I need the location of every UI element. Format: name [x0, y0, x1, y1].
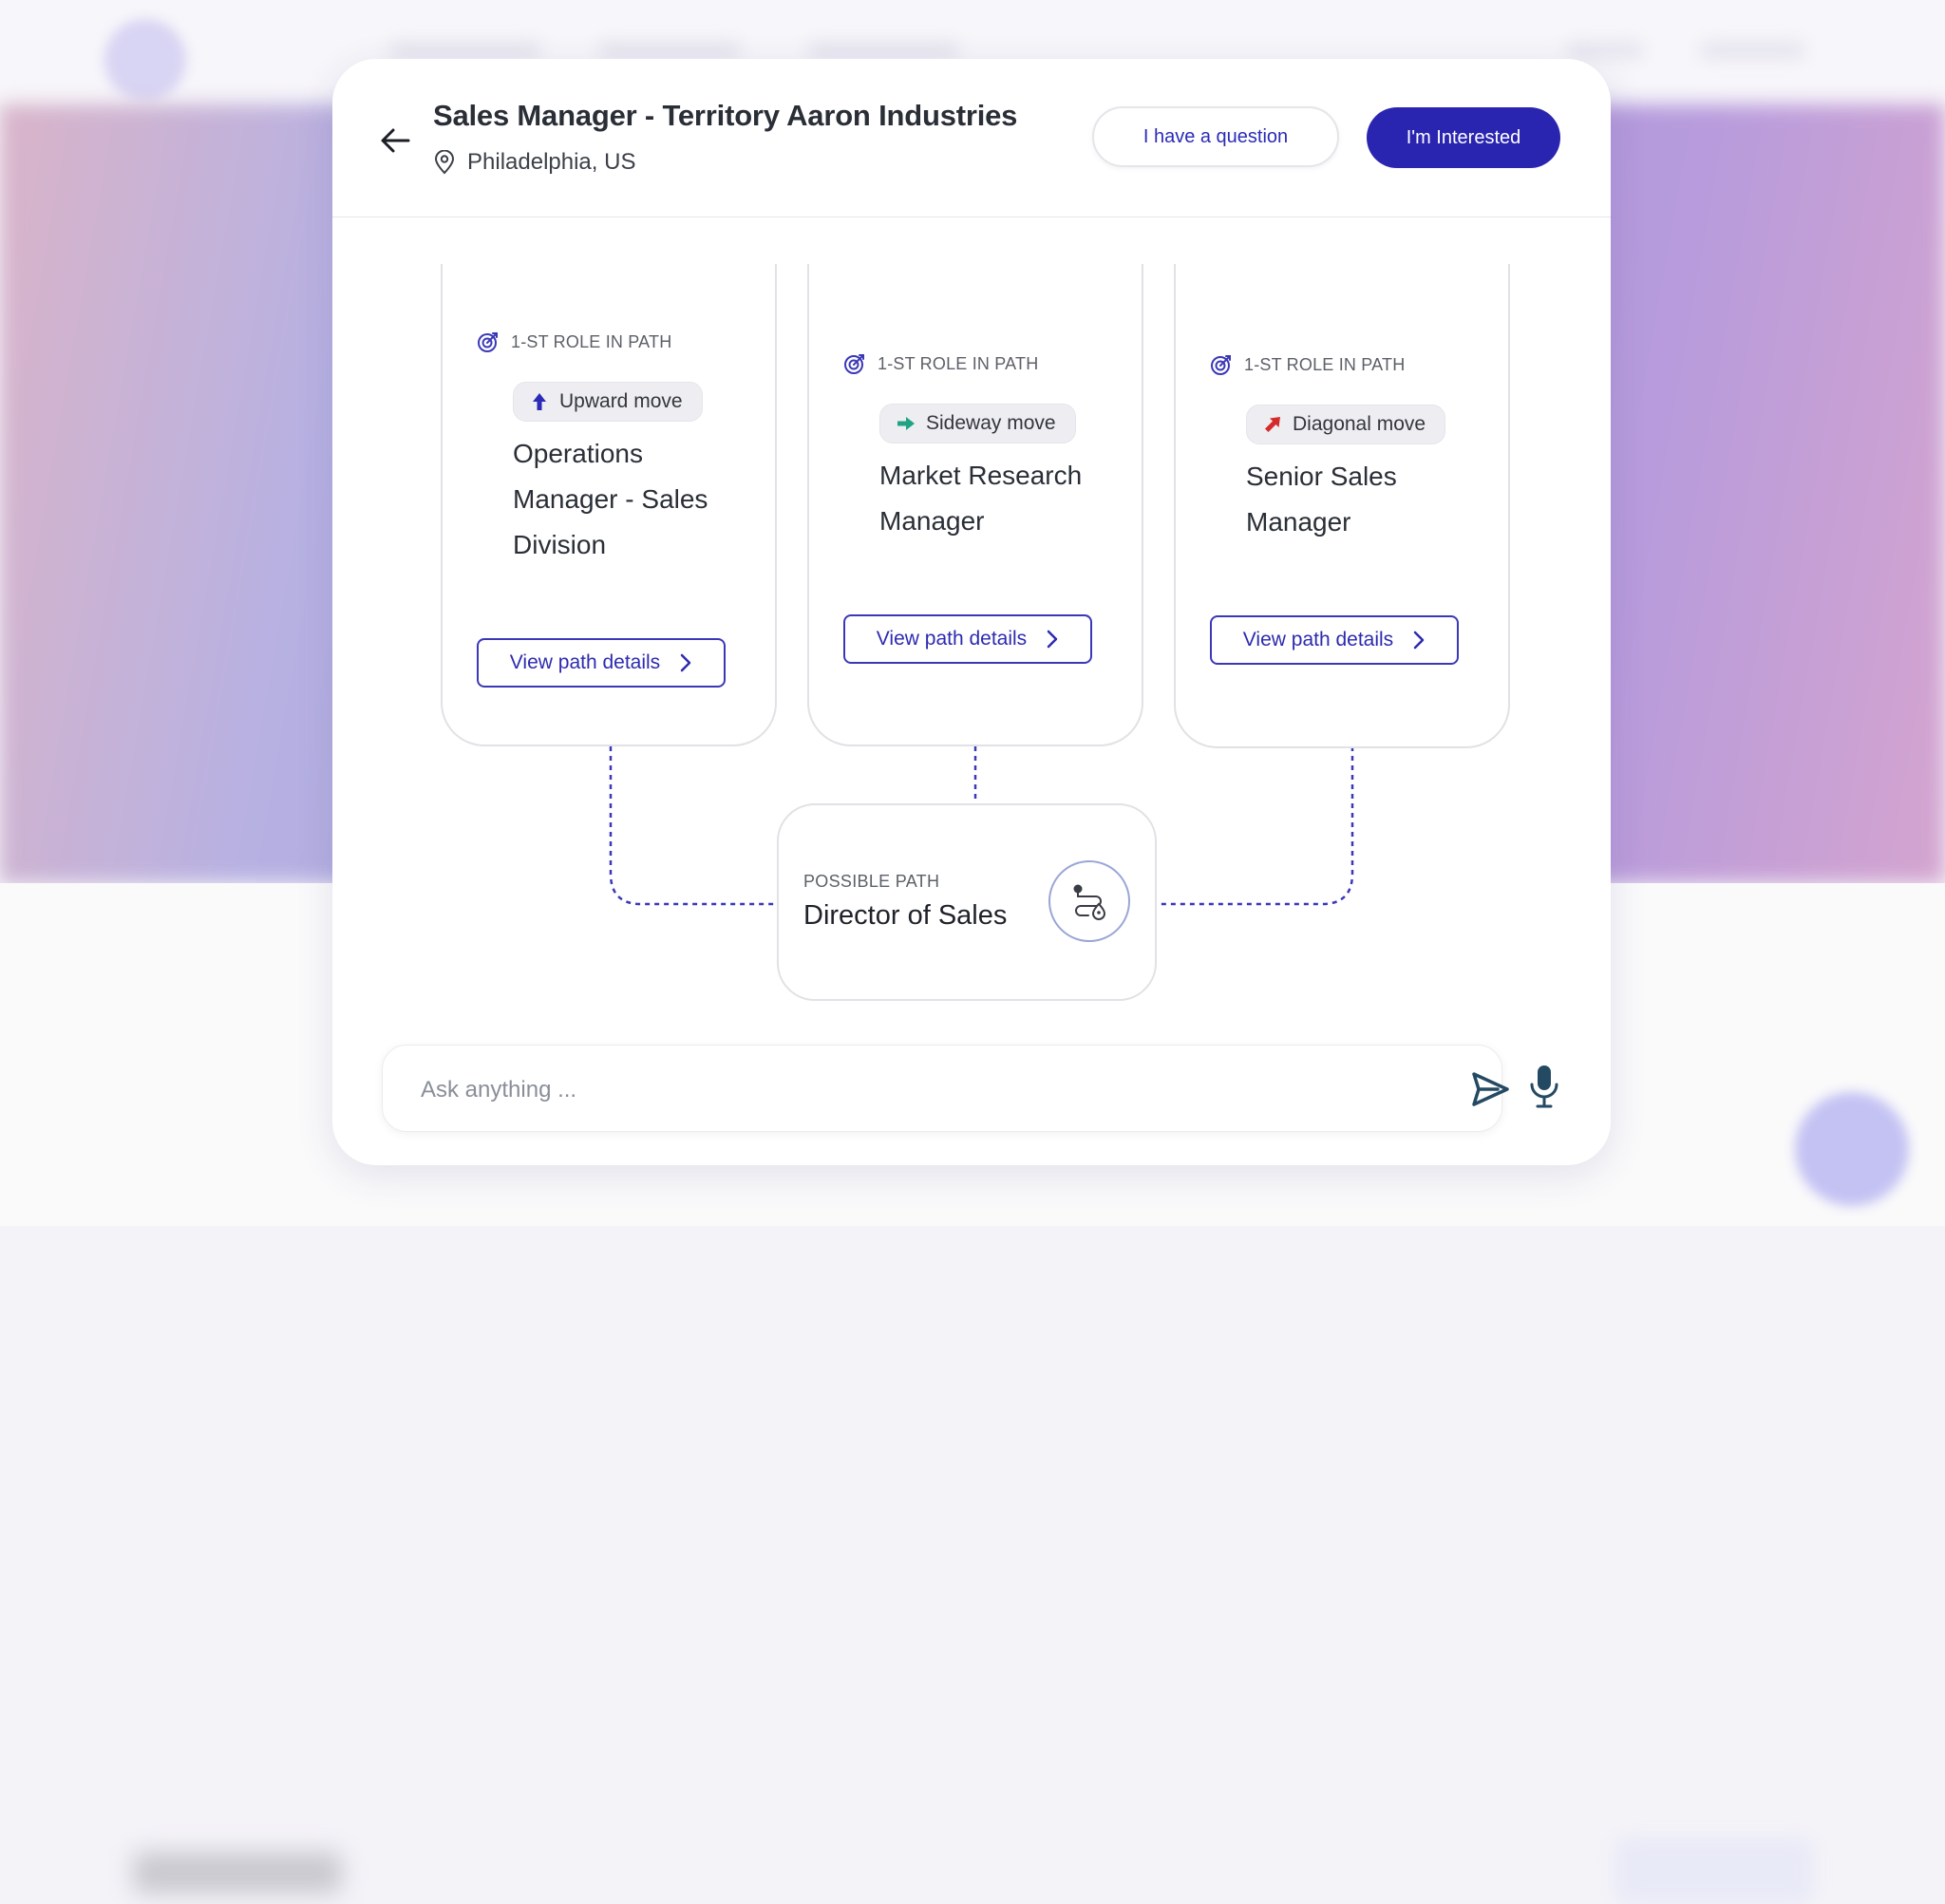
role-line: 1-ST ROLE IN PATH — [1210, 353, 1405, 376]
background-fab — [1795, 1092, 1909, 1206]
background-button — [1615, 1838, 1814, 1904]
microphone-icon[interactable] — [1529, 1064, 1559, 1109]
location-pin-icon — [434, 150, 455, 175]
ask-anything-input[interactable] — [419, 1070, 1372, 1110]
target-icon — [844, 354, 864, 374]
chevron-right-icon — [1413, 631, 1425, 650]
job-path-modal: Sales Manager - Territory Aaron Industri… — [332, 59, 1611, 1165]
move-type-label: Diagonal move — [1293, 413, 1426, 435]
background-heading — [133, 1852, 342, 1894]
job-location: Philadelphia, US — [467, 149, 636, 175]
move-type-chip: Diagonal move — [1246, 405, 1446, 444]
path-card-upward: 1-ST ROLE IN PATH Upward move Operations… — [441, 264, 777, 746]
view-path-label: View path details — [876, 628, 1028, 650]
background-logo — [104, 19, 186, 101]
view-path-label: View path details — [509, 651, 661, 673]
view-path-details-button[interactable]: View path details — [843, 614, 1092, 664]
background-nav-item — [807, 42, 959, 59]
arrow-diagonal-icon — [1265, 417, 1280, 432]
path-card-sideway: 1-ST ROLE IN PATH Sideway move Market Re… — [807, 264, 1143, 746]
route-icon — [1073, 884, 1106, 920]
possible-path-label: POSSIBLE PATH — [803, 872, 940, 891]
back-arrow-icon[interactable] — [376, 122, 414, 160]
background-nav-item — [389, 42, 541, 59]
role-line: 1-ST ROLE IN PATH — [843, 352, 1038, 375]
job-title: Sales Manager - Territory Aaron Industri… — [433, 99, 1018, 132]
target-icon — [478, 332, 498, 352]
chevron-right-icon — [1047, 630, 1058, 649]
role-order-label: 1-ST ROLE IN PATH — [511, 331, 672, 351]
possible-path-title: Director of Sales — [803, 900, 1008, 931]
question-button[interactable]: I have a question — [1092, 106, 1339, 167]
move-type-label: Upward move — [559, 390, 683, 412]
path-card-diagonal: 1-ST ROLE IN PATH Diagonal move Senior S… — [1174, 264, 1510, 748]
target-icon — [1211, 355, 1231, 375]
send-icon[interactable] — [1469, 1068, 1511, 1110]
arrow-right-icon — [897, 417, 915, 430]
chevron-right-icon — [680, 653, 691, 672]
role-title: Market Research Manager — [879, 461, 1083, 536]
possible-path-node: POSSIBLE PATH Director of Sales — [777, 803, 1157, 1001]
interested-button[interactable]: I'm Interested — [1367, 107, 1560, 168]
move-type-chip: Upward move — [513, 382, 703, 422]
role-line: 1-ST ROLE IN PATH — [477, 330, 671, 353]
role-order-label: 1-ST ROLE IN PATH — [878, 353, 1039, 373]
background-nav-item — [1567, 42, 1643, 59]
chat-bar — [382, 1045, 1509, 1132]
background-nav-item — [1700, 42, 1804, 59]
view-path-details-button[interactable]: View path details — [477, 638, 726, 688]
view-path-label: View path details — [1242, 629, 1394, 650]
background-nav-item — [598, 42, 741, 59]
route-icon-badge — [1048, 860, 1130, 942]
role-title: Operations Manager - Sales Division — [513, 439, 708, 559]
role-order-label: 1-ST ROLE IN PATH — [1244, 354, 1406, 374]
arrow-up-icon — [533, 393, 546, 410]
modal-header: Sales Manager - Territory Aaron Industri… — [332, 59, 1611, 217]
view-path-details-button[interactable]: View path details — [1210, 615, 1459, 665]
move-type-label: Sideway move — [926, 412, 1056, 434]
role-title: Senior Sales Manager — [1246, 462, 1397, 537]
move-type-chip: Sideway move — [879, 404, 1076, 443]
